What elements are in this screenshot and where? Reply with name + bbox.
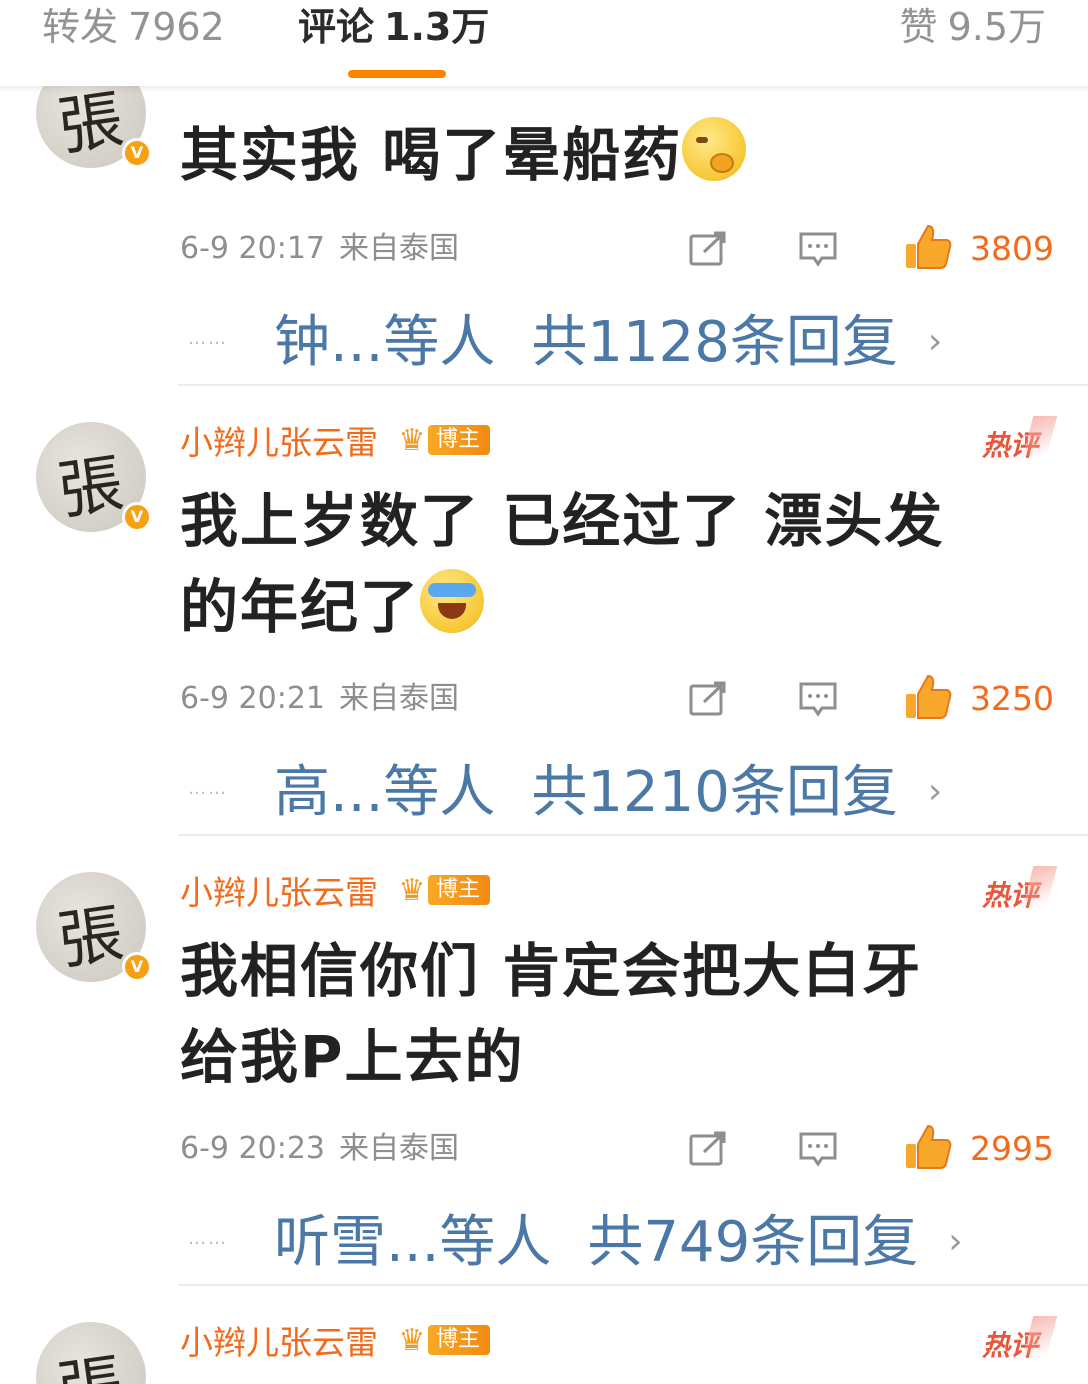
reply-summary[interactable]: 高...等人 共1210条回复 › bbox=[274, 752, 942, 832]
reply-total: 共1210条回复 bbox=[531, 760, 898, 825]
reply-icon[interactable] bbox=[798, 230, 838, 268]
verified-icon: V bbox=[122, 952, 152, 982]
comment-text-line: 给我P上去的 bbox=[180, 1023, 525, 1091]
dots-icon: …… bbox=[188, 1228, 228, 1249]
tab-repost-count: 7962 bbox=[128, 5, 225, 49]
reply-total: 共1128条回复 bbox=[531, 310, 898, 375]
reply-summary[interactable]: 听雪...等人 共749条回复 › bbox=[274, 1202, 963, 1282]
comment-meta-row: 6-9 20:17 来自泰国 3809 bbox=[180, 224, 1060, 274]
reply-summary-row[interactable]: …… 高...等人 共1210条回复 › bbox=[180, 752, 1060, 832]
reply-icon[interactable] bbox=[798, 1130, 838, 1168]
reply-total: 共749条回复 bbox=[587, 1210, 919, 1275]
divider bbox=[178, 1284, 1088, 1286]
tab-comments-count: 1.3万 bbox=[384, 5, 490, 49]
comment-location: 来自泰国 bbox=[339, 231, 459, 266]
comment-time: 6-9 20:17 bbox=[180, 231, 325, 266]
reply-summary-row[interactable]: …… 钟...等人 共1128条回复 › bbox=[180, 302, 1060, 382]
avatar-glyph: 張 bbox=[52, 1332, 128, 1384]
tab-comments[interactable]: 评论 1.3万 bbox=[298, 0, 489, 54]
reply-names: 高...等人 bbox=[274, 760, 496, 825]
reply-names: 钟...等人 bbox=[274, 310, 496, 375]
comment-header: 小辫儿张云雷 ♛ 博主 bbox=[180, 866, 491, 914]
comment-location: 来自泰国 bbox=[339, 1131, 459, 1166]
tab-repost-label: 转发 bbox=[42, 5, 119, 49]
like-icon[interactable] bbox=[904, 224, 952, 270]
chevron-right-icon: › bbox=[927, 321, 943, 362]
reply-summary[interactable]: 钟...等人 共1128条回复 › bbox=[274, 302, 942, 382]
dots-icon: …… bbox=[188, 778, 228, 799]
share-icon[interactable] bbox=[688, 230, 728, 268]
comment-header: 小辫儿张云雷 ♛ 博主 bbox=[180, 1316, 491, 1364]
reply-summary-row[interactable]: …… 听雪...等人 共749条回复 › bbox=[180, 1202, 1060, 1282]
like-icon[interactable] bbox=[904, 1124, 952, 1170]
username[interactable]: 小辫儿张云雷 bbox=[180, 416, 378, 464]
comment-meta: 6-9 20:21 来自泰国 bbox=[180, 674, 459, 724]
comment-text: 我上岁数了 已经过了 漂头发 的年纪了 bbox=[180, 478, 1060, 650]
divider bbox=[178, 384, 1088, 386]
avatar[interactable]: 張 V bbox=[36, 422, 152, 532]
avatar-glyph: 張 bbox=[53, 446, 128, 530]
like-count: 3809 bbox=[970, 229, 1054, 268]
active-tab-indicator bbox=[348, 70, 446, 78]
chevron-right-icon: › bbox=[948, 1221, 963, 1262]
comment-text: 我相信你们 肯定会把大白牙 给我P上去的 bbox=[180, 928, 1060, 1100]
username[interactable]: 小辫儿张云雷 bbox=[180, 1316, 378, 1364]
crown-icon: ♛ bbox=[398, 872, 426, 908]
tab-comments-label: 评论 bbox=[298, 5, 375, 49]
dots-icon: …… bbox=[188, 328, 228, 349]
comment-header: 小辫儿张云雷 ♛ 博主 bbox=[180, 416, 491, 464]
share-icon[interactable] bbox=[688, 1130, 728, 1168]
reply-names: 听雪...等人 bbox=[274, 1210, 552, 1275]
like-count: 2995 bbox=[970, 1129, 1054, 1168]
blogger-badge-label: 博主 bbox=[428, 1325, 491, 1355]
tab-likes[interactable]: 赞 9.5万 bbox=[900, 0, 1046, 54]
comment-location: 来自泰国 bbox=[339, 681, 459, 716]
comment-time: 6-9 20:21 bbox=[180, 681, 325, 716]
like-icon[interactable] bbox=[904, 674, 952, 720]
verified-icon: V bbox=[122, 138, 152, 168]
hot-comment-label: 热评 bbox=[982, 424, 1038, 464]
hot-comment-label: 热评 bbox=[982, 874, 1038, 914]
comment-text: 其实我 喝了晕船药 bbox=[180, 112, 1060, 198]
comment-text-line: 我上岁数了 已经过了 漂头发 bbox=[180, 487, 945, 555]
crown-icon: ♛ bbox=[398, 1322, 426, 1358]
tab-likes-count: 9.5万 bbox=[947, 5, 1046, 49]
chevron-right-icon: › bbox=[927, 771, 943, 812]
comment-meta: 6-9 20:23 来自泰国 bbox=[180, 1124, 459, 1174]
comment-time: 6-9 20:23 bbox=[180, 1131, 325, 1166]
tab-likes-label: 赞 bbox=[899, 5, 938, 49]
blogger-badge-label: 博主 bbox=[428, 425, 491, 455]
share-icon[interactable] bbox=[688, 680, 728, 718]
crown-icon: ♛ bbox=[398, 422, 426, 458]
comment-meta-row: 6-9 20:23 来自泰国 2995 bbox=[180, 1124, 1060, 1174]
blogger-badge: ♛ 博主 bbox=[392, 1322, 491, 1358]
divider bbox=[178, 834, 1088, 836]
laugh-cry-emoji-icon bbox=[420, 569, 485, 633]
blogger-badge: ♛ 博主 bbox=[392, 422, 491, 458]
username[interactable]: 小辫儿张云雷 bbox=[180, 866, 378, 914]
verified-icon: V bbox=[122, 502, 152, 532]
reply-icon[interactable] bbox=[798, 680, 838, 718]
yawn-emoji-icon bbox=[682, 117, 747, 181]
hot-comment-label: 热评 bbox=[982, 1324, 1038, 1364]
comment-meta: 6-9 20:17 来自泰国 bbox=[180, 224, 459, 274]
comment-text-line: 其实我 喝了晕船药 bbox=[180, 121, 683, 189]
comment-text-line: 的年纪了 bbox=[180, 573, 421, 641]
blogger-badge: ♛ 博主 bbox=[392, 872, 491, 908]
comment-meta-row: 6-9 20:21 来自泰国 3250 bbox=[180, 674, 1060, 724]
comment-tab-bar: 转发 7962 评论 1.3万 赞 9.5万 bbox=[0, 0, 1088, 86]
tab-repost[interactable]: 转发 7962 bbox=[42, 0, 225, 54]
avatar-glyph: 張 bbox=[53, 896, 128, 980]
blogger-badge-label: 博主 bbox=[428, 875, 491, 905]
avatar[interactable]: 張 bbox=[36, 1322, 146, 1384]
comment-text-line: 我相信你们 肯定会把大白牙 bbox=[180, 937, 923, 1005]
avatar[interactable]: 張 V bbox=[36, 872, 152, 982]
like-count: 3250 bbox=[970, 679, 1054, 718]
